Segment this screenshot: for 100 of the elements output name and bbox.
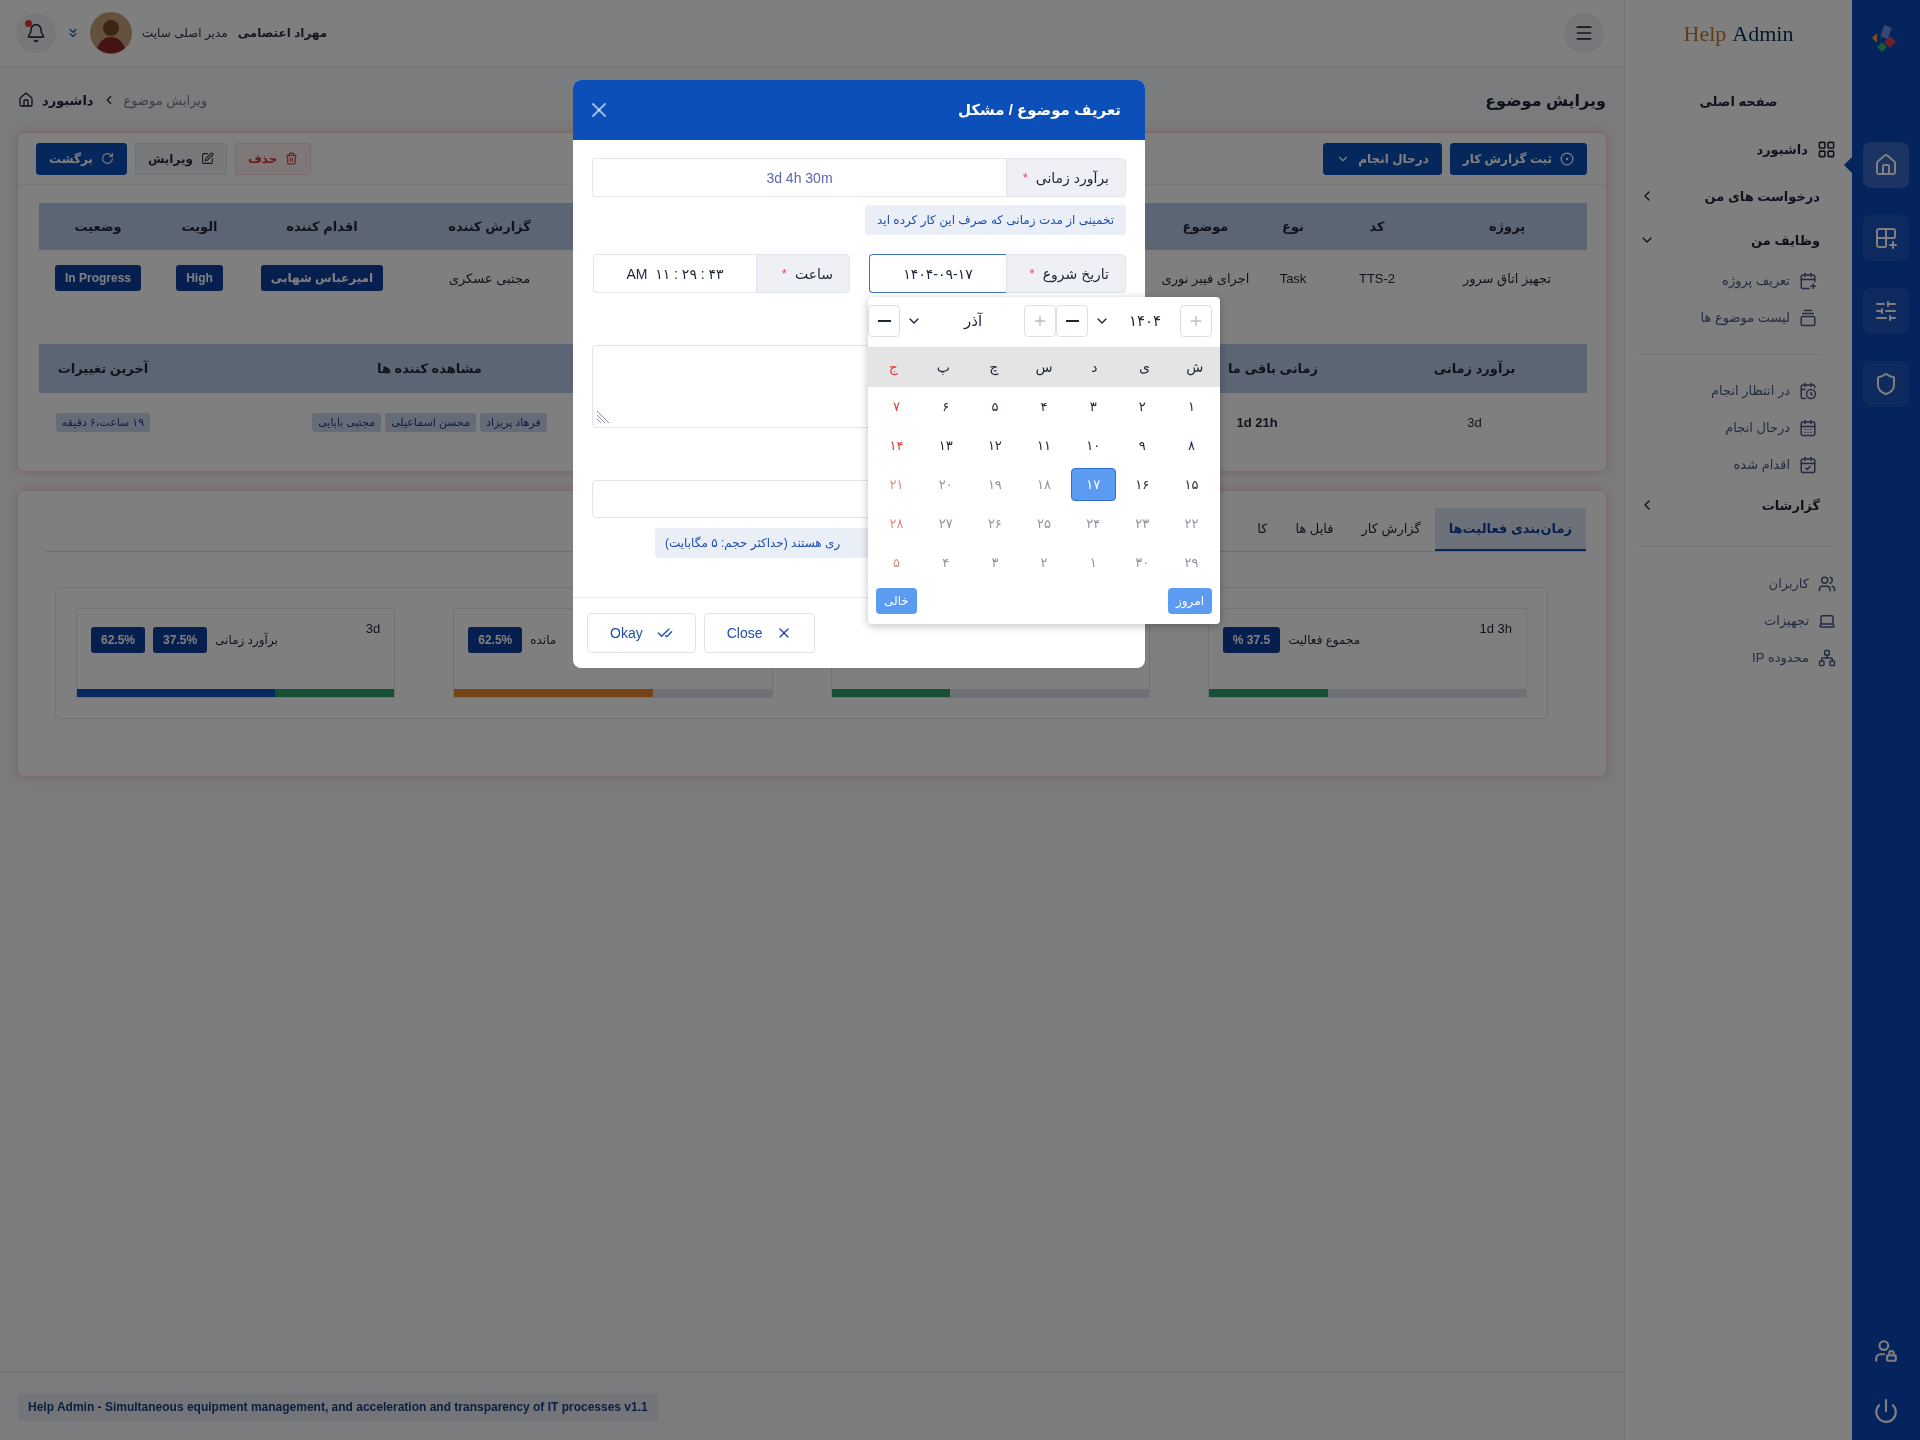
- user-name: مهراد اعتصامی: [237, 26, 328, 40]
- menu-button[interactable]: [1564, 13, 1604, 53]
- date-field[interactable]: ۱۴۰۴-۰۹-۱۷: [869, 254, 1006, 293]
- tab[interactable]: زمان‌بندی فعالیت‌ها: [1434, 508, 1586, 551]
- bell-icon: [26, 23, 46, 43]
- tag: ۱۹ ساعت،۶ دقیقه: [55, 412, 151, 432]
- home-icon[interactable]: [18, 92, 34, 108]
- sidebar-item[interactable]: اقدام شده: [1625, 446, 1852, 483]
- sidebar-item[interactable]: درحال انجام: [1625, 409, 1852, 446]
- action-button[interactable]: برگشت: [36, 142, 127, 175]
- tab[interactable]: کا: [1243, 508, 1282, 551]
- stat-value: 1d 3h: [1479, 621, 1512, 636]
- column-header: گزارش کننده: [448, 219, 531, 234]
- table-cell: 1d 21h: [1236, 414, 1278, 430]
- column-header: موضوع: [1182, 219, 1229, 234]
- resize-handle-icon[interactable]: [596, 410, 610, 424]
- weekday-label: ج: [887, 359, 899, 375]
- column-header: مشاهده کننده ها: [377, 361, 482, 376]
- sliders-icon: [1874, 299, 1898, 323]
- weekday-label: ش: [1185, 359, 1205, 375]
- calendar-day[interactable]: ۳: [1070, 390, 1116, 423]
- table-cell: 3d: [1467, 414, 1482, 430]
- action-button[interactable]: ثبت گزارش کار: [1449, 142, 1587, 175]
- calendar-day[interactable]: ۱۷: [1070, 468, 1116, 501]
- avatar: [90, 12, 132, 54]
- logo-word: Help: [1683, 20, 1727, 47]
- table-cell: Task: [1279, 270, 1307, 286]
- tab[interactable]: گزارش کار: [1347, 508, 1435, 551]
- sidebar-item[interactable]: کاربران: [1625, 565, 1852, 602]
- status-badge: In Progress: [55, 265, 141, 291]
- shield-icon: [1874, 372, 1898, 396]
- sidebar-item[interactable]: تعریف پروژه: [1625, 262, 1852, 299]
- close-button[interactable]: Close: [703, 613, 816, 653]
- calendar-day[interactable]: ۷: [874, 390, 920, 423]
- calendar-day[interactable]: ۴: [1021, 390, 1067, 423]
- calendar-day[interactable]: ۱۵: [1168, 468, 1214, 501]
- table-cell: تجهیز اتاق سرور: [1462, 270, 1552, 286]
- minus-icon: [877, 320, 891, 322]
- weekday-label: چ: [988, 359, 1000, 375]
- month-value: آذر: [962, 312, 984, 330]
- sidebar-group[interactable]: وظایف من: [1625, 218, 1852, 262]
- okay-button[interactable]: Okay: [587, 613, 696, 653]
- today-button[interactable]: امروز: [1168, 588, 1212, 614]
- sidebar-group[interactable]: درخواست های من: [1625, 174, 1852, 218]
- notification-button[interactable]: [16, 13, 56, 53]
- column-header: اقدام کننده: [286, 219, 358, 234]
- action-button[interactable]: حذف: [234, 142, 312, 175]
- user-lock-button[interactable]: [1873, 1338, 1899, 1364]
- sidebar-item[interactable]: تجهیزات: [1625, 602, 1852, 639]
- calendar-day[interactable]: ۱۱: [1021, 429, 1067, 462]
- column-header: کد: [1369, 219, 1385, 234]
- chevron-icon[interactable]: [66, 26, 80, 40]
- sidebar-item[interactable]: داشبورد: [1625, 124, 1852, 174]
- time-field[interactable]: AM ۱۱ : ۲۹ : ۴۳: [593, 254, 756, 293]
- percent-badge: 37.5%: [153, 627, 208, 653]
- decrement-button[interactable]: [1056, 305, 1088, 337]
- calendar-day[interactable]: ۱۳: [923, 429, 969, 462]
- calendar-day[interactable]: ۱۶: [1119, 468, 1165, 501]
- calendar-day[interactable]: ۵: [972, 390, 1018, 423]
- decrement-button[interactable]: [868, 305, 900, 337]
- plus-icon: [1032, 313, 1048, 329]
- clear-button[interactable]: خالی: [876, 588, 917, 614]
- calendar-plus-icon: [1799, 271, 1817, 290]
- sidebar-item[interactable]: در انتظار انجام: [1625, 372, 1852, 409]
- calendar-day[interactable]: ۶: [923, 390, 969, 423]
- calendar-day[interactable]: ۱: [1168, 390, 1214, 423]
- breadcrumb-link[interactable]: ویرایش موضوع: [123, 92, 208, 108]
- stat-label: برآورد زمانی: [215, 633, 278, 647]
- calendar-day[interactable]: ۲: [1119, 390, 1165, 423]
- calendar-day[interactable]: ۱۰: [1070, 429, 1116, 462]
- sidebar-item[interactable]: لیست موضوع ها: [1625, 299, 1852, 336]
- table-cell: مجتبی عسکری: [448, 270, 531, 286]
- sidebar-item[interactable]: محدوده IP: [1625, 639, 1852, 676]
- column-header: زمانی باقی ما: [1227, 361, 1318, 376]
- weekday-label: س: [1034, 359, 1054, 375]
- field-label: برآورد زمانی *: [1006, 158, 1126, 197]
- gallery-icon: [1799, 308, 1817, 327]
- status-dropdown[interactable]: درحال انجام: [1323, 142, 1442, 175]
- calendar-clock-icon: [1799, 381, 1817, 400]
- page-title: ویرایش موضوع: [1485, 90, 1606, 110]
- refresh-icon: [100, 152, 114, 165]
- year-value: ۱۴۰۴: [1127, 312, 1163, 330]
- tag: فرهاد پریزاد: [480, 412, 547, 432]
- trash-icon: [285, 152, 299, 165]
- circle-dot-icon: [1560, 151, 1574, 166]
- grid-plus-icon: [1874, 226, 1898, 250]
- column-header: وضعیت: [74, 219, 122, 234]
- breadcrumb-link[interactable]: داشبورد: [42, 92, 94, 108]
- sidebar-group[interactable]: گزارشات: [1625, 483, 1852, 527]
- action-button[interactable]: ویرایش: [134, 142, 227, 175]
- column-header: پروژه: [1488, 219, 1526, 234]
- calendar-day[interactable]: ۱۲: [972, 429, 1018, 462]
- home-icon: [1874, 153, 1898, 177]
- calendar-day[interactable]: ۱۴: [874, 429, 920, 462]
- power-button[interactable]: [1873, 1398, 1899, 1424]
- estimate-field[interactable]: 3d 4h 30m: [592, 158, 1006, 197]
- calendar-icon: [1799, 418, 1817, 437]
- calendar-day[interactable]: ۸: [1168, 429, 1214, 462]
- calendar-day[interactable]: ۹: [1119, 429, 1165, 462]
- tab[interactable]: فایل ها: [1281, 508, 1348, 551]
